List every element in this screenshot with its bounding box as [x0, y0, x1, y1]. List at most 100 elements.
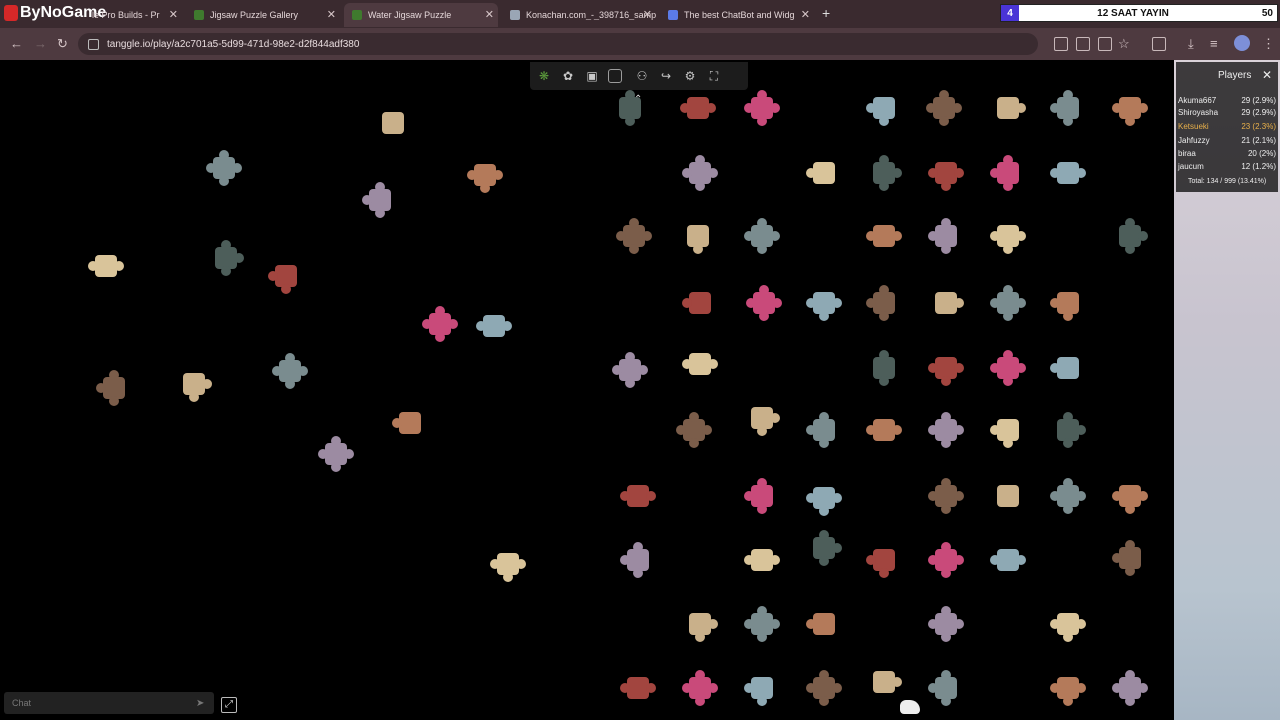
puzzle-piece[interactable]	[806, 530, 842, 566]
puzzle-piece[interactable]	[866, 218, 902, 254]
settings-gear-icon[interactable]: ⚙	[680, 66, 700, 86]
puzzle-piece[interactable]	[866, 412, 902, 448]
tab-chatbot[interactable]: The best ChatBot and Widg ✕	[660, 3, 814, 27]
puzzle-piece[interactable]	[1050, 412, 1086, 448]
puzzle-piece[interactable]	[990, 90, 1026, 126]
bookmark-star-icon[interactable]: ☆	[1118, 36, 1130, 52]
puzzle-piece[interactable]	[682, 285, 718, 321]
translate-icon[interactable]	[1054, 37, 1068, 51]
puzzle-piece[interactable]	[928, 542, 964, 578]
puzzle-piece[interactable]	[490, 546, 526, 582]
puzzle-piece[interactable]	[612, 90, 648, 126]
background-color-icon[interactable]	[608, 69, 622, 83]
puzzle-piece[interactable]	[806, 285, 842, 321]
puzzle-piece[interactable]	[1112, 90, 1148, 126]
puzzle-piece[interactable]	[990, 478, 1026, 514]
puzzle-piece[interactable]	[744, 400, 780, 436]
puzzle-board[interactable]: ❋ ✿ ▣ ⚇ ↪ ⚙ ⛶ ⌃ Players ✕ Akuma66729 (2.…	[0, 60, 1280, 720]
tab-water-jigsaw[interactable]: Water Jigsaw Puzzle ✕	[344, 3, 498, 27]
puzzle-piece[interactable]	[682, 670, 718, 706]
tab-konachan[interactable]: Konachan.com_-_398716_samp ✕	[502, 3, 656, 27]
puzzle-piece[interactable]	[744, 542, 780, 578]
site-info-icon[interactable]	[88, 38, 99, 50]
puzzle-piece[interactable]	[676, 412, 712, 448]
chat-input[interactable]: Chat	[4, 692, 214, 714]
puzzle-piece[interactable]	[928, 606, 964, 642]
new-tab-icon[interactable]: +	[822, 5, 830, 21]
puzzle-piece[interactable]	[990, 542, 1026, 578]
puzzle-piece[interactable]	[744, 218, 780, 254]
puzzle-piece[interactable]	[362, 182, 398, 218]
close-tab-icon[interactable]: ✕	[327, 8, 336, 21]
puzzle-piece[interactable]	[1112, 670, 1148, 706]
puzzle-piece[interactable]	[268, 258, 304, 294]
puzzle-piece[interactable]	[682, 155, 718, 191]
puzzle-piece[interactable]	[1050, 478, 1086, 514]
puzzle-piece[interactable]	[928, 478, 964, 514]
tanggle-logo-icon[interactable]: ❋	[534, 66, 554, 86]
puzzle-piece[interactable]	[620, 670, 656, 706]
puzzle-piece[interactable]	[806, 480, 842, 516]
close-tab-icon[interactable]: ✕	[643, 8, 652, 21]
puzzle-piece[interactable]	[206, 150, 242, 186]
puzzle-piece[interactable]	[928, 350, 964, 386]
media-queue-icon[interactable]: ≡	[1210, 36, 1218, 51]
preview-image-icon[interactable]: ▣	[582, 66, 602, 86]
puzzle-piece[interactable]	[806, 670, 842, 706]
puzzle-piece[interactable]	[1050, 155, 1086, 191]
puzzle-piece[interactable]	[744, 606, 780, 642]
puzzle-piece[interactable]	[744, 478, 780, 514]
puzzle-piece[interactable]	[866, 664, 902, 700]
puzzle-piece[interactable]	[392, 405, 428, 441]
puzzle-piece[interactable]	[1050, 285, 1086, 321]
puzzle-piece[interactable]	[1112, 218, 1148, 254]
puzzle-piece[interactable]	[990, 155, 1026, 191]
puzzle-piece[interactable]	[467, 157, 503, 193]
puzzle-piece[interactable]	[1050, 670, 1086, 706]
close-tab-icon[interactable]: ✕	[485, 8, 494, 21]
puzzle-piece[interactable]	[682, 346, 718, 382]
puzzle-piece[interactable]	[176, 366, 212, 402]
close-icon[interactable]: ✕	[1262, 68, 1272, 82]
extensions-icon[interactable]	[1152, 37, 1166, 51]
puzzle-piece[interactable]	[744, 90, 780, 126]
puzzle-piece[interactable]	[96, 370, 132, 406]
puzzle-piece[interactable]	[866, 285, 902, 321]
url-field[interactable]: tanggle.io/play/a2c701a5-5d99-471d-98e2-…	[78, 33, 1038, 55]
puzzle-piece[interactable]	[612, 352, 648, 388]
puzzle-piece[interactable]	[88, 248, 124, 284]
puzzle-piece[interactable]	[1112, 540, 1148, 576]
share-icon[interactable]: ↪	[656, 66, 676, 86]
puzzle-piece[interactable]	[682, 606, 718, 642]
puzzle-piece[interactable]	[990, 412, 1026, 448]
password-key-icon[interactable]	[1098, 37, 1112, 51]
download-icon[interactable]: ⤓	[1188, 36, 1194, 52]
puzzle-piece[interactable]	[1050, 350, 1086, 386]
puzzle-piece[interactable]	[928, 412, 964, 448]
puzzle-piece[interactable]	[806, 606, 842, 642]
puzzle-piece[interactable]	[990, 218, 1026, 254]
puzzle-piece[interactable]	[680, 90, 716, 126]
menu-kebab-icon[interactable]: ⋮	[1262, 36, 1275, 52]
puzzle-piece[interactable]	[375, 105, 411, 141]
puzzle-piece[interactable]	[990, 285, 1026, 321]
puzzle-piece[interactable]	[926, 90, 962, 126]
puzzle-piece[interactable]	[318, 436, 354, 472]
puzzle-piece[interactable]	[928, 285, 964, 321]
close-tab-icon[interactable]: ✕	[169, 8, 178, 21]
fullscreen-icon[interactable]: ⛶	[704, 66, 724, 86]
puzzle-piece[interactable]	[208, 240, 244, 276]
close-tab-icon[interactable]: ✕	[801, 8, 810, 21]
expand-icon[interactable]: ⤢	[221, 697, 237, 713]
puzzle-piece[interactable]	[806, 155, 842, 191]
puzzle-piece[interactable]	[928, 218, 964, 254]
cast-icon[interactable]	[1076, 37, 1090, 51]
puzzle-piece[interactable]	[990, 350, 1026, 386]
puzzle-piece[interactable]	[616, 218, 652, 254]
players-icon[interactable]: ⚇	[632, 66, 652, 86]
puzzle-piece[interactable]	[620, 478, 656, 514]
puzzle-piece[interactable]	[1050, 90, 1086, 126]
puzzle-piece[interactable]	[866, 350, 902, 386]
puzzle-piece[interactable]	[744, 670, 780, 706]
puzzle-piece[interactable]	[272, 353, 308, 389]
